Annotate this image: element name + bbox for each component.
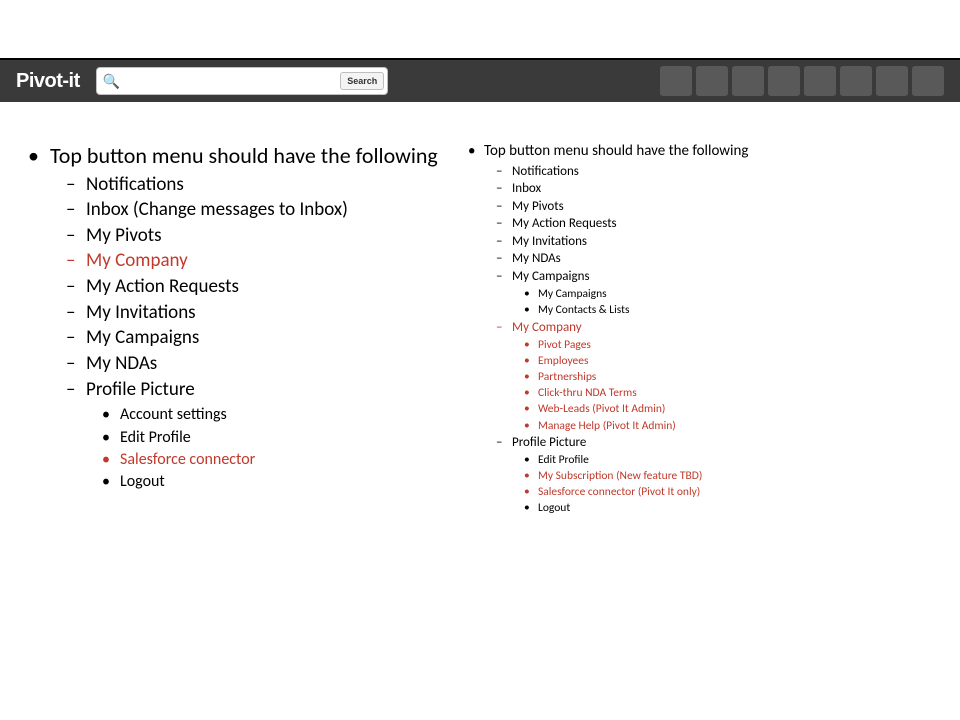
list-item-label: Edit Profile xyxy=(538,453,589,467)
nav-tile[interactable] xyxy=(696,66,728,96)
list-item-label: Web-Leads (Pivot It Admin) xyxy=(538,402,665,416)
list-item: My Pivots xyxy=(86,223,460,249)
nav-tile[interactable] xyxy=(840,66,872,96)
list-item-label: Manage Help (Pivot It Admin) xyxy=(538,419,676,433)
list-item: My Invitations xyxy=(86,300,460,326)
list-item-label: Edit Profile xyxy=(120,428,191,447)
left-title-text: Top button menu should have the followin… xyxy=(50,142,438,169)
list-item: Web-Leads (Pivot It Admin) xyxy=(538,401,940,417)
list-item-label: My Company xyxy=(86,249,188,272)
list-item-label: My Pivots xyxy=(512,199,564,214)
list-item: Profile Picture Account settings Edit Prof… xyxy=(86,377,460,494)
nav-tile[interactable] xyxy=(912,66,944,96)
list-item: Employees xyxy=(538,353,940,369)
nav-tile[interactable] xyxy=(732,66,764,96)
list-item-label: Pivot Pages xyxy=(538,338,591,352)
list-item-label: Click-thru NDA Terms xyxy=(538,386,637,400)
list-item-label: My Campaigns xyxy=(86,326,199,349)
list-item-label: My Company xyxy=(512,320,582,335)
right-title-text: Top button menu should have the followin… xyxy=(484,142,748,160)
list-item-label: My NDAs xyxy=(86,352,157,375)
list-item-label: Logout xyxy=(120,472,165,491)
list-item: Logout xyxy=(538,500,940,516)
list-item: Logout xyxy=(120,471,460,493)
list-item: Pivot Pages xyxy=(538,337,940,353)
list-item: My Invitations xyxy=(512,233,940,251)
list-item: Account settings xyxy=(120,404,460,426)
list-item: Notifications xyxy=(512,163,940,181)
slide-content: Top button menu should have the followin… xyxy=(0,102,960,537)
list-item: My NDAs xyxy=(512,250,940,268)
list-item-label: My Contacts & Lists xyxy=(538,303,629,317)
list-item: My Campaigns My Campaigns My Contacts & Li… xyxy=(512,268,940,319)
list-item: Salesforce connector (Pivot It only) xyxy=(538,484,940,500)
list-item: My Action Requests xyxy=(512,215,940,233)
list-item-label: My Action Requests xyxy=(86,275,239,298)
list-item-label: My Pivots xyxy=(86,224,162,247)
search-input[interactable] xyxy=(126,69,340,93)
list-item-label: Logout xyxy=(538,501,570,515)
list-item-label: Employees xyxy=(538,354,589,368)
list-item-label: Partnerships xyxy=(538,370,596,384)
list-item: Click-thru NDA Terms xyxy=(538,385,940,401)
search-button[interactable]: Search xyxy=(340,72,384,90)
right-title: Top button menu should have the followin… xyxy=(484,142,940,517)
list-item: My Contacts & Lists xyxy=(538,302,940,318)
left-title: Top button menu should have the followin… xyxy=(50,142,460,494)
search-icon: 🔍 xyxy=(97,73,126,90)
list-item: My Campaigns xyxy=(538,286,940,302)
right-column: Top button menu should have the followin… xyxy=(460,142,940,517)
list-item-label: Inbox xyxy=(512,181,541,196)
list-item-label: Profile Picture xyxy=(512,435,586,450)
list-item: My Company Pivot Pages Employees Partnershi… xyxy=(512,319,940,434)
list-item-label: My Invitations xyxy=(512,234,587,249)
nav-tile[interactable] xyxy=(876,66,908,96)
list-item: Profile Picture Edit Profile My Subscripti… xyxy=(512,434,940,517)
nav-tile[interactable] xyxy=(660,66,692,96)
list-item: Notifications xyxy=(86,172,460,198)
list-item: My Subscription (New feature TBD) xyxy=(538,468,940,484)
list-item: My NDAs xyxy=(86,351,460,377)
list-item-label: My NDAs xyxy=(512,251,561,266)
nav-tile[interactable] xyxy=(804,66,836,96)
nav-tile[interactable] xyxy=(768,66,800,96)
list-item-label: Notifications xyxy=(512,164,579,179)
list-item: My Pivots xyxy=(512,198,940,216)
list-item-label: My Campaigns xyxy=(538,287,607,301)
list-item-label: My Action Requests xyxy=(512,216,617,231)
list-item: Partnerships xyxy=(538,369,940,385)
list-item-label: Salesforce connector (Pivot It only) xyxy=(538,485,700,499)
brand-logo: Pivot-it xyxy=(16,70,80,93)
nav-tiles xyxy=(660,66,944,96)
list-item-label: Account settings xyxy=(120,405,227,424)
list-item: Edit Profile xyxy=(120,427,460,449)
top-blank-space xyxy=(0,0,960,58)
list-item-label: Profile Picture xyxy=(86,378,195,401)
list-item: Inbox (Change messages to Inbox) xyxy=(86,197,460,223)
list-item-label: My Subscription (New feature TBD) xyxy=(538,469,702,483)
left-column: Top button menu should have the followin… xyxy=(20,142,460,517)
list-item: Manage Help (Pivot It Admin) xyxy=(538,418,940,434)
list-item: My Campaigns xyxy=(86,325,460,351)
list-item: Inbox xyxy=(512,180,940,198)
list-item: Edit Profile xyxy=(538,452,940,468)
list-item-label: My Invitations xyxy=(86,301,196,324)
list-item-label: My Campaigns xyxy=(512,269,590,284)
list-item-label: Inbox (Change messages to Inbox) xyxy=(86,198,348,221)
list-item: My Action Requests xyxy=(86,274,460,300)
list-item-label: Salesforce connector xyxy=(120,450,255,469)
navbar: Pivot-it 🔍 Search xyxy=(0,58,960,102)
list-item: My Company xyxy=(86,248,460,274)
list-item: Salesforce connector xyxy=(120,449,460,471)
list-item-label: Notifications xyxy=(86,173,184,196)
search-box[interactable]: 🔍 Search xyxy=(96,67,388,95)
